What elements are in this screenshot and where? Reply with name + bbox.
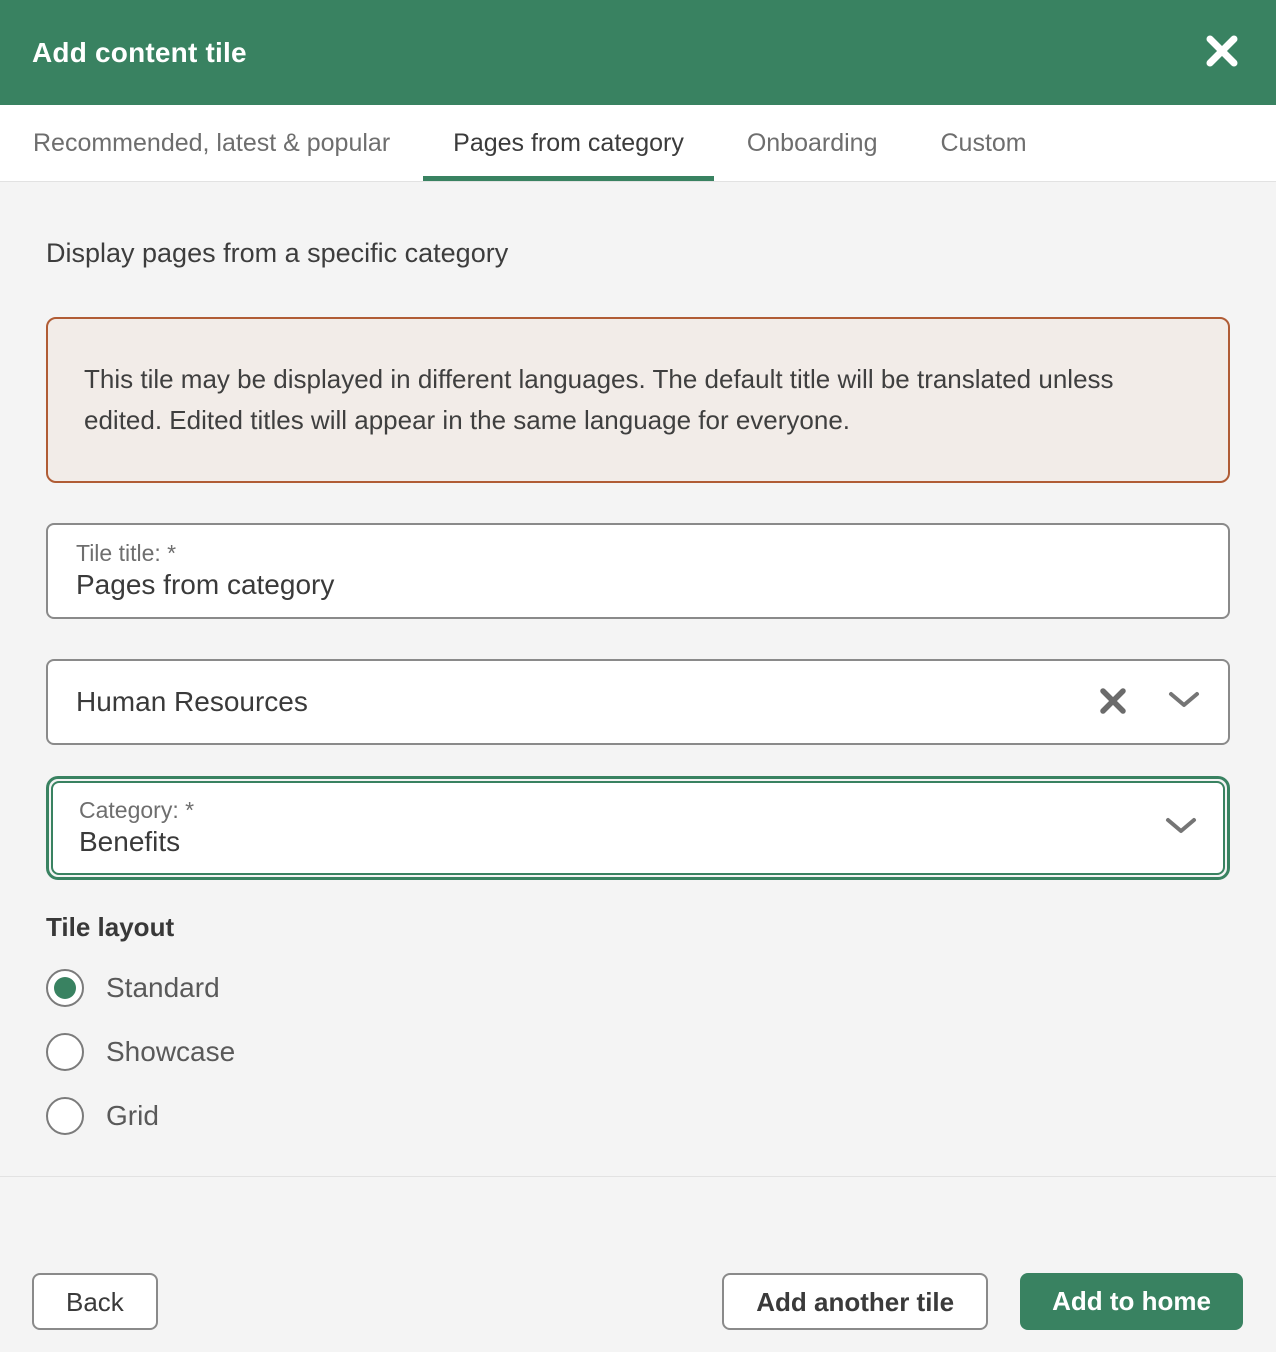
tab-pages-from-category[interactable]: Pages from category (423, 105, 714, 181)
dialog-footer: Back Add another tile Add to home (0, 1176, 1276, 1352)
department-select-value: Human Resources (76, 686, 308, 717)
translation-notice: This tile may be displayed in different … (46, 317, 1230, 483)
category-select-texts: Category: * Benefits (79, 796, 1165, 860)
chevron-down-icon[interactable] (1165, 817, 1197, 840)
category-value: Benefits (79, 826, 181, 857)
tile-title-field[interactable]: Tile title: * Pages from category (46, 523, 1230, 619)
radio-standard[interactable]: Standard (46, 969, 1230, 1007)
clear-x-icon (1098, 686, 1128, 719)
radio-grid-icon (46, 1097, 84, 1135)
category-select[interactable]: Category: * Benefits (51, 781, 1225, 875)
radio-standard-label: Standard (106, 972, 220, 1003)
tile-title-value[interactable]: Pages from category (76, 567, 1200, 603)
radio-grid[interactable]: Grid (46, 1097, 1230, 1135)
close-button[interactable] (1200, 31, 1244, 75)
close-icon (1203, 32, 1241, 73)
add-to-home-button[interactable]: Add to home (1020, 1273, 1243, 1330)
category-select-focus-ring: Category: * Benefits (46, 776, 1230, 880)
department-select[interactable]: Human Resources (46, 659, 1230, 745)
radio-grid-label: Grid (106, 1100, 159, 1131)
radio-showcase[interactable]: Showcase (46, 1033, 1230, 1071)
category-label: Category: * (79, 797, 195, 823)
tab-custom[interactable]: Custom (910, 105, 1056, 181)
department-select-icons (1098, 686, 1200, 719)
clear-selection-button[interactable] (1098, 686, 1128, 719)
translation-notice-text: This tile may be displayed in different … (84, 364, 1114, 435)
add-content-tile-dialog: Add content tile Recommended, latest & p… (0, 0, 1276, 1352)
tile-layout-heading: Tile layout (46, 912, 175, 942)
dialog-body: Display pages from a specific category T… (0, 182, 1276, 1176)
tab-bar: Recommended, latest & popular Pages from… (0, 105, 1276, 182)
radio-standard-icon (46, 969, 84, 1007)
back-button[interactable]: Back (32, 1273, 158, 1330)
footer-action-buttons: Add another tile Add to home (722, 1273, 1243, 1330)
dialog-header: Add content tile (0, 0, 1276, 105)
dialog-title: Add content tile (32, 36, 247, 68)
tab-onboarding[interactable]: Onboarding (717, 105, 908, 181)
chevron-down-icon[interactable] (1168, 691, 1200, 714)
section-heading: Display pages from a specific category (46, 238, 509, 268)
tab-recommended[interactable]: Recommended, latest & popular (3, 105, 420, 181)
radio-showcase-label: Showcase (106, 1036, 236, 1067)
tile-title-label: Tile title: * (76, 540, 177, 566)
radio-showcase-icon (46, 1033, 84, 1071)
add-another-tile-button[interactable]: Add another tile (722, 1273, 989, 1330)
